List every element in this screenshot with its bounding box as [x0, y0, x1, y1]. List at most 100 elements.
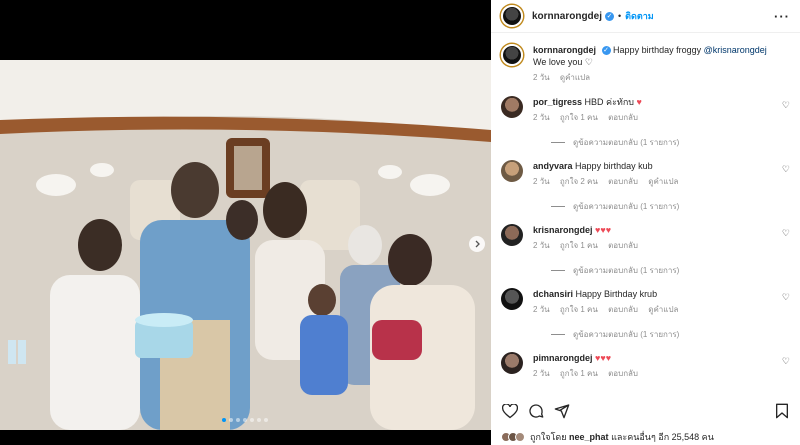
commenter-avatar[interactable]	[501, 224, 523, 246]
comment-text: Happy Birthday krub	[575, 289, 658, 299]
comment-body: por_tigress HBD ค่ะทักบ ♥ 2 วัน ถูกใจ 1 …	[533, 96, 773, 124]
view-replies-label[interactable]: ดูข้อความตอบกลับ (1 รายการ)	[573, 264, 679, 277]
post-caption: kornnarongdej ✓ Happy birthday froggy @k…	[491, 33, 800, 91]
comment-likes[interactable]: ถูกใจ 1 คน	[560, 241, 598, 250]
heart-icon[interactable]: ♡	[782, 228, 790, 239]
comment-body: dchansiri Happy Birthday krub 2 วัน ถูกใ…	[533, 288, 773, 316]
heart-icon[interactable]: ♡	[782, 164, 790, 175]
reply-button[interactable]: ตอบกลับ	[608, 113, 638, 122]
like-button[interactable]	[501, 403, 518, 420]
translate-link[interactable]: ดูคำแปล	[648, 305, 678, 314]
author-avatar[interactable]	[501, 44, 523, 66]
comment-meta: 2 วัน ถูกใจ 1 คน ตอบกลับ	[533, 368, 773, 380]
comment-username[interactable]: andyvara	[533, 161, 573, 171]
comment-meta: 2 วัน ถูกใจ 2 คน ตอบกลับ ดูคำแปล	[533, 176, 773, 188]
caption-time: 2 วัน	[533, 73, 550, 82]
heart-icon	[501, 403, 518, 418]
comment-item: dchansiri Happy Birthday krub 2 วัน ถูกใ…	[501, 288, 790, 316]
bookmark-icon	[775, 403, 788, 419]
comment-body: pimnarongdej ♥♥♥ 2 วัน ถูกใจ 1 คน ตอบกลั…	[533, 352, 773, 380]
view-replies-label[interactable]: ดูข้อความตอบกลับ (1 รายการ)	[573, 136, 679, 149]
carousel-dot	[222, 418, 226, 422]
save-button[interactable]	[773, 403, 790, 420]
comment-time: 2 วัน	[533, 369, 550, 378]
translate-link[interactable]: ดูคำแปล	[648, 177, 678, 186]
comment-likes[interactable]: ถูกใจ 1 คน	[560, 113, 598, 122]
caption-text-2: We love you ♡	[533, 57, 593, 67]
comment-meta: 2 วัน ถูกใจ 1 คน ตอบกลับ	[533, 112, 773, 124]
likes-user[interactable]: nee_phat	[569, 432, 609, 442]
view-replies-label[interactable]: ดูข้อความตอบกลับ (1 รายการ)	[573, 328, 679, 341]
comment-icon	[528, 404, 543, 418]
comment-body: andyvara Happy birthday kub 2 วัน ถูกใจ …	[533, 160, 773, 188]
carousel-dot	[250, 418, 254, 422]
likes-suffix[interactable]: และคนอื่นๆ อีก 25,548 คน	[611, 430, 714, 444]
more-options-icon[interactable]: ···	[774, 9, 790, 24]
comment-likes[interactable]: ถูกใจ 1 คน	[560, 305, 598, 314]
commenter-avatar[interactable]	[501, 352, 523, 374]
likes-prefix: ถูกใจโดย	[530, 432, 567, 442]
heart-icon[interactable]: ♡	[782, 356, 790, 367]
reply-button[interactable]: ตอบกลับ	[608, 177, 638, 186]
carousel-dot	[264, 418, 268, 422]
post-photo	[0, 60, 491, 430]
comment-likes[interactable]: ถูกใจ 2 คน	[560, 177, 598, 186]
next-photo-button[interactable]	[469, 236, 485, 252]
comment-time: 2 วัน	[533, 241, 550, 250]
follow-button[interactable]: ติดตาม	[625, 9, 654, 23]
comment-time: 2 วัน	[533, 177, 550, 186]
comment-username[interactable]: dchansiri	[533, 289, 573, 299]
comment-time: 2 วัน	[533, 305, 550, 314]
comment-username[interactable]: krisnarongdej	[533, 225, 593, 235]
caption-body: kornnarongdej ✓ Happy birthday froggy @k…	[533, 44, 773, 91]
divider	[551, 334, 565, 335]
heart-emoji: ♥♥♥	[595, 225, 612, 235]
share-button[interactable]	[553, 403, 570, 420]
view-replies[interactable]: ดูข้อความตอบกลับ (1 รายการ)	[551, 200, 679, 213]
reply-button[interactable]: ตอบกลับ	[608, 305, 638, 314]
translate-link[interactable]: ดูคำแปล	[560, 73, 590, 82]
heart-icon[interactable]: ♡	[782, 100, 790, 111]
comment-item: andyvara Happy birthday kub 2 วัน ถูกใจ …	[501, 160, 790, 188]
heart-emoji: ♥	[636, 97, 642, 107]
reply-button[interactable]: ตอบกลับ	[608, 241, 638, 250]
commenter-avatar[interactable]	[501, 288, 523, 310]
view-replies[interactable]: ดูข้อความตอบกลับ (1 รายการ)	[551, 264, 679, 277]
caption-mention[interactable]: @krisnarongdej	[704, 45, 767, 55]
heart-icon[interactable]: ♡	[782, 292, 790, 303]
author-avatar[interactable]	[501, 5, 523, 27]
caption-meta: 2 วัน ดูคำแปล	[533, 72, 773, 84]
heart-emoji: ♥♥♥	[595, 353, 612, 363]
instagram-post-view: kornnarongdej ✓ • ติดตาม ··· kornnarongd…	[0, 0, 800, 445]
comment-meta: 2 วัน ถูกใจ 1 คน ตอบกลับ	[533, 240, 773, 252]
comment-item: pimnarongdej ♥♥♥ 2 วัน ถูกใจ 1 คน ตอบกลั…	[501, 352, 790, 380]
post-side-panel: kornnarongdej ✓ • ติดตาม ··· kornnarongd…	[491, 0, 800, 445]
liker-avatar	[515, 432, 525, 442]
caption-username[interactable]: kornnarongdej	[533, 45, 596, 55]
comments-section: kornnarongdej ✓ Happy birthday froggy @k…	[491, 33, 800, 395]
comment-item: por_tigress HBD ค่ะทักบ ♥ 2 วัน ถูกใจ 1 …	[501, 96, 790, 124]
comment-username[interactable]: pimnarongdej	[533, 353, 593, 363]
comment-button[interactable]	[527, 403, 544, 420]
comment-meta: 2 วัน ถูกใจ 1 คน ตอบกลับ ดูคำแปล	[533, 304, 773, 316]
caption-text: Happy birthday froggy	[613, 45, 702, 55]
author-username[interactable]: kornnarongdej	[532, 11, 602, 22]
divider	[551, 206, 565, 207]
comment-likes[interactable]: ถูกใจ 1 คน	[560, 369, 598, 378]
carousel-dot	[243, 418, 247, 422]
carousel-dot	[229, 418, 233, 422]
reply-button[interactable]: ตอบกลับ	[608, 369, 638, 378]
commenter-avatar[interactable]	[501, 160, 523, 182]
comment-text: HBD ค่ะทักบ	[584, 97, 634, 107]
carousel-dot	[257, 418, 261, 422]
comment-time: 2 วัน	[533, 113, 550, 122]
comment-username[interactable]: por_tigress	[533, 97, 582, 107]
commenter-avatar[interactable]	[501, 96, 523, 118]
divider	[551, 270, 565, 271]
view-replies[interactable]: ดูข้อความตอบกลับ (1 รายการ)	[551, 328, 679, 341]
view-replies-label[interactable]: ดูข้อความตอบกลับ (1 รายการ)	[573, 200, 679, 213]
separator: •	[618, 11, 622, 21]
likes-summary[interactable]: ถูกใจโดย nee_phat และคนอื่นๆ อีก 25,548 …	[501, 430, 714, 444]
comment-body: krisnarongdej ♥♥♥ 2 วัน ถูกใจ 1 คน ตอบกล…	[533, 224, 773, 252]
view-replies[interactable]: ดูข้อความตอบกลับ (1 รายการ)	[551, 136, 679, 149]
